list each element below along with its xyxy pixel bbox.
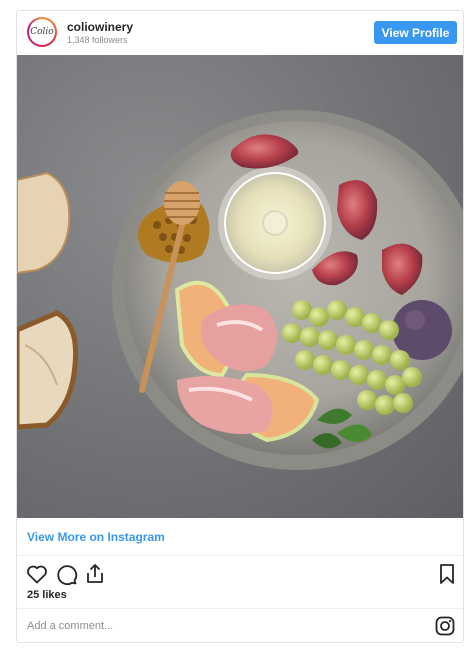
avatar-logo-text: Colio [30, 27, 54, 37]
username[interactable]: coliowinery [67, 20, 133, 34]
post-image[interactable] [17, 55, 463, 518]
follower-count: 1,348 followers [67, 35, 128, 45]
comment-row [17, 608, 463, 643]
comment-icon[interactable] [54, 562, 78, 586]
like-count: 25 likes [27, 589, 67, 601]
food-platter-illustration [17, 110, 463, 470]
avatar[interactable]: Colio [27, 17, 57, 47]
comment-input[interactable] [27, 617, 407, 635]
view-profile-button[interactable]: View Profile [374, 21, 457, 44]
view-more-link[interactable]: View More on Instagram [27, 530, 165, 544]
heart-icon[interactable] [25, 562, 49, 586]
post-header: Colio coliowinery 1,348 followers View P… [17, 11, 463, 55]
bookmark-icon[interactable] [435, 562, 459, 586]
instagram-icon[interactable] [435, 616, 455, 636]
action-bar [17, 556, 463, 592]
share-icon[interactable] [83, 562, 107, 586]
instagram-embed-card: Colio coliowinery 1,348 followers View P… [16, 10, 464, 643]
view-more-row: View More on Instagram [17, 519, 463, 556]
